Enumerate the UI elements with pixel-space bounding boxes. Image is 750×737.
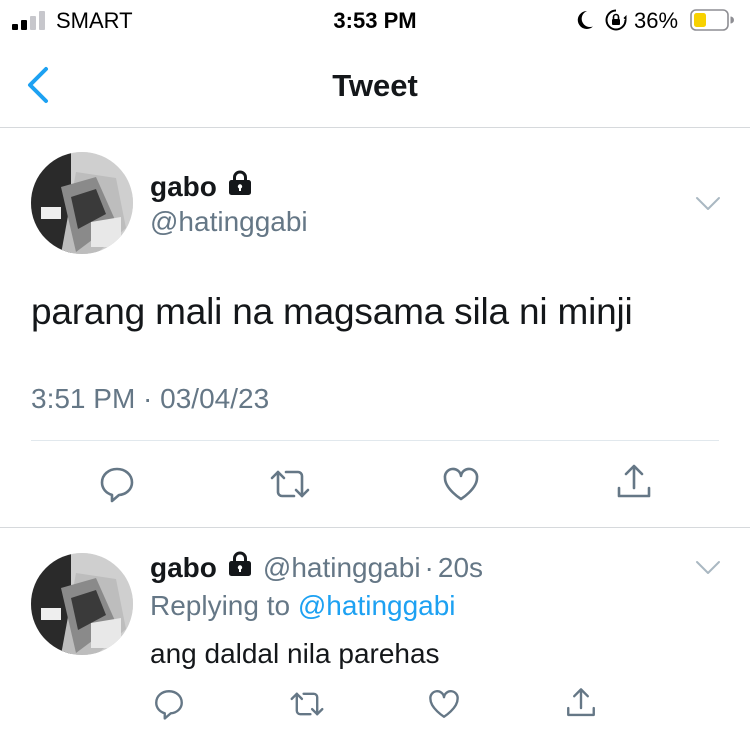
lock-icon — [227, 170, 253, 203]
share-icon — [617, 464, 651, 498]
tweet-actions — [0, 441, 750, 527]
replying-to-label: Replying to — [150, 590, 291, 621]
like-button[interactable] — [441, 464, 481, 504]
reply-options-button[interactable] — [695, 559, 721, 577]
separator-dot: · — [424, 551, 434, 583]
battery-percent: 36% — [634, 8, 679, 33]
retweet-icon — [290, 692, 324, 716]
tweet-text: parang mali na magsama sila ni minji — [31, 291, 633, 332]
reply-time: 20s — [437, 551, 484, 583]
chevron-down-icon — [696, 197, 720, 210]
lock-icon — [227, 551, 253, 584]
divider — [0, 527, 750, 528]
reply-actions — [0, 684, 750, 734]
reply-author-handle[interactable]: @hatinggabi — [263, 552, 421, 584]
like-icon — [443, 467, 479, 501]
reply-icon — [155, 690, 183, 720]
tweet-timestamp[interactable]: 3:51 PM · 03/04/23 — [31, 383, 269, 415]
like-icon — [429, 690, 459, 718]
replying-to: Replying to @hatinggabi — [150, 590, 456, 622]
avatar[interactable] — [31, 152, 133, 254]
share-icon — [567, 688, 595, 717]
retweet-button[interactable] — [270, 464, 310, 504]
author-handle[interactable]: @hatinggabi — [150, 206, 308, 238]
chevron-down-icon — [696, 561, 720, 574]
retweet-button[interactable] — [290, 687, 324, 721]
reply-text: ang daldal nila parehas — [150, 638, 440, 669]
author-name[interactable]: gabo — [150, 170, 253, 203]
share-button[interactable] — [614, 462, 654, 502]
moon-icon — [572, 8, 596, 32]
retweet-icon — [270, 470, 310, 498]
nav-header: Tweet — [0, 50, 750, 128]
reply-button[interactable] — [97, 464, 137, 504]
battery-icon — [690, 9, 734, 31]
like-button[interactable] — [427, 687, 461, 721]
orientation-lock-icon — [604, 8, 628, 32]
reply-avatar[interactable] — [31, 553, 133, 655]
reply-header: gabo @hatinggabi · 20s — [150, 551, 483, 584]
tweet-options-button[interactable] — [695, 195, 721, 213]
page-title: Tweet — [332, 68, 418, 103]
reply-author-name[interactable]: gabo — [150, 552, 217, 584]
status-bar: SMART 3:53 PM 36% — [0, 0, 750, 40]
reply-button[interactable] — [152, 687, 186, 721]
share-button[interactable] — [564, 686, 598, 720]
replying-to-link[interactable]: @hatinggabi — [298, 590, 456, 621]
author-name-text: gabo — [150, 170, 217, 202]
reply-icon — [100, 467, 134, 503]
